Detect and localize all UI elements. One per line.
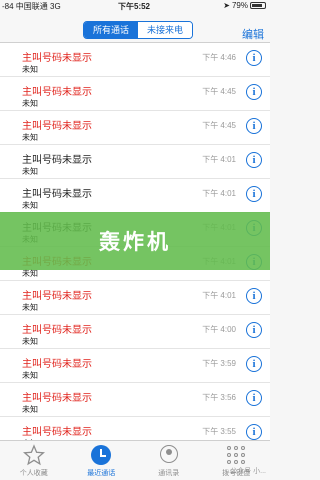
call-time: 下午 4:01 [202, 291, 236, 300]
navigation-bar: 所有通话 未接来电 编辑 [0, 12, 270, 43]
tab-label: 通讯录 [158, 470, 180, 477]
info-icon[interactable]: i [246, 390, 262, 406]
location-icon: ➤ [223, 1, 230, 10]
caller-name: 主叫号码未显示 [22, 325, 92, 336]
call-row[interactable]: 主叫号码未显示未知下午 3:55i [0, 417, 270, 440]
info-icon[interactable]: i [246, 152, 262, 168]
caller-location: 未知 [22, 65, 38, 74]
caller-location: 未知 [22, 99, 38, 108]
battery-level [252, 4, 262, 7]
call-filter-segment: 所有通话 未接来电 [83, 21, 193, 39]
battery-area: ➤ 79% [223, 1, 266, 10]
call-row[interactable]: 主叫号码未显示 未知 下午 4:45 i [0, 111, 270, 145]
caller-location: 未知 [22, 303, 38, 312]
call-time: 下午 3:59 [202, 359, 236, 368]
call-row[interactable]: 主叫号码未显示未知 下午 4:01 i [0, 281, 270, 315]
call-row[interactable]: 主叫号码未显示 未知 下午 4:00 i [0, 315, 270, 349]
call-time: 下午 4:45 [202, 87, 236, 96]
info-icon[interactable]: i [246, 118, 262, 134]
call-time: 下午 4:00 [202, 325, 236, 334]
carrier-label: -84 中国联通 3G [2, 1, 61, 12]
call-row[interactable]: 主叫号码未显示未知 下午 4:01 i [0, 145, 270, 179]
call-time: 下午 4:01 [202, 189, 236, 198]
battery-icon [250, 2, 266, 9]
keypad-icon [225, 444, 247, 466]
caller-name: 主叫号码未显示 [22, 121, 92, 132]
caller-name: 主叫号码未显示 [22, 87, 92, 98]
edit-button[interactable]: 编辑 [242, 26, 264, 42]
info-icon[interactable]: i [246, 288, 262, 304]
call-row[interactable]: 主叫号码未显示未知 下午 4:01 i [0, 179, 270, 213]
caller-location: 未知 [22, 405, 38, 414]
caller-name: 主叫号码未显示 [22, 393, 92, 404]
call-time: 下午 3:56 [202, 393, 236, 402]
call-time: 下午 4:46 [202, 53, 236, 62]
tab-label: 最近通话 [87, 470, 116, 477]
caller-name: 主叫号码未显示 [22, 427, 92, 438]
tab-recents[interactable]: 最近通话 [68, 441, 136, 480]
info-icon[interactable]: i [246, 356, 262, 372]
carrier-text: -84 中国联通 [2, 2, 48, 11]
watermark: 公众号 小... [230, 468, 266, 475]
overlay-title: 轰炸机 [99, 231, 171, 254]
status-time: 下午5:52 [118, 2, 151, 11]
caller-location: 未知 [22, 167, 38, 176]
segment-all-calls[interactable]: 所有通话 [84, 22, 138, 38]
info-icon[interactable]: i [246, 322, 262, 338]
caller-location: 未知 [22, 133, 38, 142]
call-row[interactable]: 主叫号码未显示 未知 下午 4:46 i [0, 43, 270, 77]
caller-name: 主叫号码未显示 [22, 359, 92, 370]
network-text: 3G [50, 2, 61, 11]
call-row[interactable]: 主叫号码未显示 未知 下午 4:45 i [0, 77, 270, 111]
call-row[interactable]: 主叫号码未显示 未知 下午 3:59 i [0, 349, 270, 383]
battery-percent: 79% [231, 1, 248, 10]
contacts-icon [158, 444, 180, 466]
tab-favorites[interactable]: 个人收藏 [0, 441, 68, 480]
caller-name: 主叫号码未显示 [22, 189, 92, 200]
call-row[interactable]: 主叫号码未显示 未知 下午 3:56 i [0, 383, 270, 417]
tab-label: 个人收藏 [19, 470, 48, 477]
info-icon[interactable]: i [246, 424, 262, 440]
call-time: 下午 4:01 [202, 155, 236, 164]
info-icon[interactable]: i [246, 186, 262, 202]
caller-location: 未知 [22, 371, 38, 380]
clock-icon [90, 444, 112, 466]
info-icon[interactable]: i [246, 50, 262, 66]
caller-location: 未知 [22, 337, 38, 346]
caller-location: 未知 [22, 201, 38, 210]
caller-name: 主叫号码未显示 [22, 291, 92, 302]
caller-name: 主叫号码未显示 [22, 53, 92, 64]
caller-name: 主叫号码未显示 [22, 155, 92, 166]
phone-screen: -84 中国联通 3G 下午5:52 ➤ 79% 所有通话 未接来电 编辑 主叫… [0, 0, 270, 480]
call-time: 下午 4:45 [202, 121, 236, 130]
segment-missed-calls[interactable]: 未接来电 [138, 22, 192, 38]
overlay-banner: 轰炸机 [0, 212, 270, 270]
call-time: 下午 3:55 [202, 427, 236, 436]
status-bar: -84 中国联通 3G 下午5:52 ➤ 79% [0, 0, 270, 12]
info-icon[interactable]: i [246, 84, 262, 100]
star-icon [22, 444, 45, 466]
tab-contacts[interactable]: 通讯录 [135, 441, 203, 480]
